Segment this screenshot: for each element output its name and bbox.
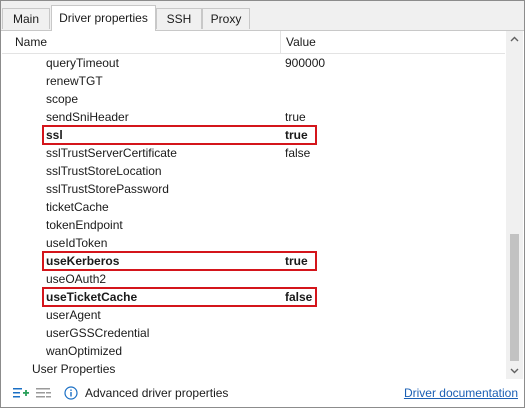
column-divider[interactable] <box>280 31 281 53</box>
table-row[interactable]: useIdToken <box>2 234 505 252</box>
bottom-toolbar: Advanced driver properties Driver docume… <box>1 379 524 407</box>
table-row[interactable]: tokenEndpoint <box>2 216 505 234</box>
property-name: sslTrustServerCertificate <box>46 146 177 160</box>
table-header: Name Value <box>2 31 505 54</box>
property-name: scope <box>46 92 79 106</box>
property-name: queryTimeout <box>46 56 119 70</box>
tab-main[interactable]: Main <box>2 8 50 29</box>
table-row[interactable]: sslTrustStorePassword <box>2 180 505 198</box>
table-row[interactable]: scope <box>2 90 505 108</box>
advanced-driver-properties-label[interactable]: Advanced driver properties <box>85 385 228 401</box>
highlight-box-useticketcache <box>42 287 317 307</box>
property-name: userAgent <box>46 308 101 322</box>
user-properties-group[interactable]: User Properties <box>32 360 115 378</box>
property-name: wanOptimized <box>46 344 123 358</box>
table-row[interactable]: wanOptimized <box>2 342 505 360</box>
tab-bar: Main Driver properties SSH Proxy <box>1 1 524 31</box>
table-row[interactable]: userAgent <box>2 306 505 324</box>
property-value[interactable]: 900000 <box>285 54 325 72</box>
table-row[interactable]: queryTimeout 900000 <box>2 54 505 72</box>
table-row[interactable]: useOAuth2 <box>2 270 505 288</box>
remove-property-icon[interactable] <box>36 386 52 400</box>
column-header-value[interactable]: Value <box>286 31 316 53</box>
properties-table: Name Value queryTimeout 900000 renewTGT … <box>2 31 505 379</box>
property-name: userGSSCredential <box>46 326 150 340</box>
table-row[interactable]: sslTrustServerCertificate false <box>2 144 505 162</box>
property-name: renewTGT <box>46 74 103 88</box>
table-row[interactable]: sslTrustStoreLocation <box>2 162 505 180</box>
property-name: useIdToken <box>46 236 108 250</box>
table-row[interactable]: sendSniHeader true <box>2 108 505 126</box>
table-row[interactable]: renewTGT <box>2 72 505 90</box>
highlight-box-ssl <box>42 125 317 145</box>
property-name: ticketCache <box>46 200 109 214</box>
vertical-scrollbar[interactable] <box>506 31 523 379</box>
add-property-icon[interactable] <box>13 386 29 400</box>
property-value[interactable]: false <box>285 144 310 162</box>
table-row[interactable]: ticketCache <box>2 198 505 216</box>
highlight-box-usekerberos <box>42 251 317 271</box>
property-name: sslTrustStorePassword <box>46 182 169 196</box>
scrollbar-thumb[interactable] <box>510 234 519 361</box>
property-name: sendSniHeader <box>46 110 129 124</box>
tab-ssh[interactable]: SSH <box>156 8 202 29</box>
driver-documentation-link[interactable]: Driver documentation <box>404 385 518 401</box>
property-value[interactable]: true <box>285 108 306 126</box>
property-name: useOAuth2 <box>46 272 107 286</box>
driver-properties-panel: Main Driver properties SSH Proxy Name Va… <box>0 0 525 408</box>
column-header-name[interactable]: Name <box>15 31 47 53</box>
property-name: tokenEndpoint <box>46 218 123 232</box>
scroll-up-arrow-icon[interactable] <box>506 31 523 48</box>
info-icon <box>64 386 78 400</box>
tab-driver-properties[interactable]: Driver properties <box>51 5 156 31</box>
scroll-down-arrow-icon[interactable] <box>506 362 523 379</box>
table-row[interactable]: userGSSCredential <box>2 324 505 342</box>
property-name: sslTrustStoreLocation <box>46 164 162 178</box>
tab-proxy[interactable]: Proxy <box>202 8 250 29</box>
